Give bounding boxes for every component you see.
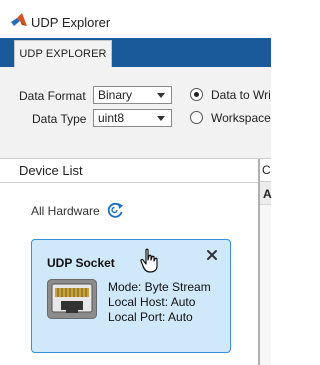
close-icon[interactable]: [205, 248, 219, 262]
radio-workspace[interactable]: [190, 111, 203, 124]
ethernet-port-icon: [47, 279, 97, 319]
data-format-label: Data Format: [19, 89, 86, 103]
data-type-dropdown[interactable]: uint8: [93, 109, 172, 127]
hand-cursor-icon: [140, 248, 158, 273]
chevron-down-icon: [157, 116, 165, 121]
radio-data-to-write-label: Data to Wri: [211, 88, 271, 102]
title-bar: UDP Explorer: [0, 0, 271, 38]
device-card-title: UDP Socket: [47, 256, 115, 270]
data-format-value: Binary: [98, 88, 133, 102]
window-title: UDP Explorer: [31, 15, 111, 30]
device-card-local-host: Local Host: Auto: [108, 295, 196, 309]
radio-workspace-label: Workspace: [211, 111, 271, 125]
matlab-logo-icon: [11, 13, 27, 26]
all-hardware-label: All Hardware: [31, 204, 100, 218]
chevron-down-icon: [157, 93, 165, 98]
right-pane-header-text: C: [262, 163, 271, 177]
right-pane-subheader-text: A: [263, 187, 272, 201]
data-type-label: Data Type: [32, 112, 87, 126]
radio-data-to-write[interactable]: [190, 88, 203, 101]
device-card-local-port: Local Port: Auto: [108, 310, 193, 324]
data-type-value: uint8: [98, 111, 125, 125]
data-format-dropdown[interactable]: Binary: [93, 86, 172, 104]
device-list-title: Device List: [19, 163, 83, 178]
device-card-mode: Mode: Byte Stream: [108, 280, 211, 294]
refresh-icon[interactable]: [105, 200, 125, 220]
tab-udp-explorer[interactable]: UDP EXPLORER: [14, 40, 112, 67]
